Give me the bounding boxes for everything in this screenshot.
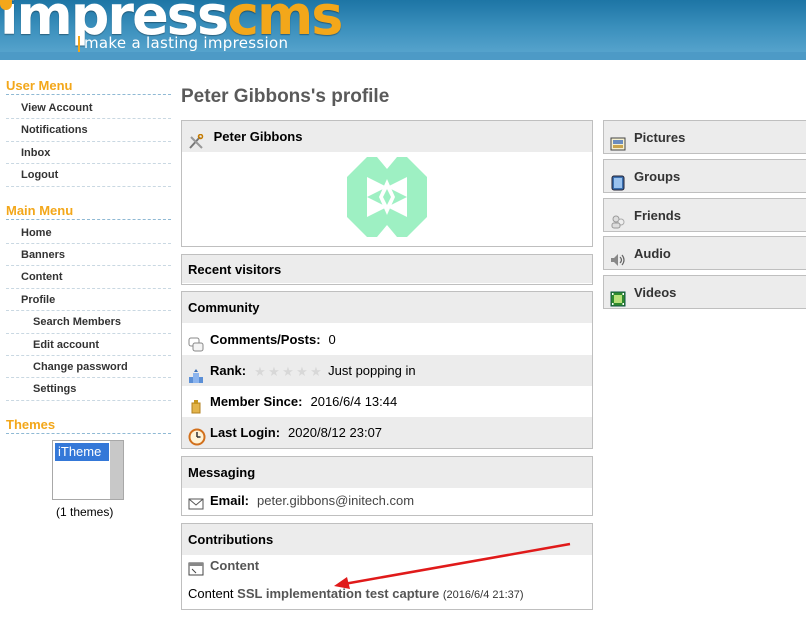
menu-item-settings[interactable]: Settings bbox=[6, 378, 171, 401]
star-icon: ★ bbox=[310, 364, 322, 380]
star-icon: ★ bbox=[268, 364, 280, 380]
content-icon bbox=[188, 559, 204, 576]
theme-select-list[interactable]: iTheme bbox=[52, 439, 124, 500]
email-row: Email: peter.gibbons@initech.com bbox=[182, 487, 592, 515]
tagline-divider bbox=[78, 36, 80, 52]
profile-card-header: Peter Gibbons bbox=[182, 121, 592, 153]
theme-option-selected[interactable]: iTheme bbox=[55, 442, 109, 461]
avatar[interactable] bbox=[347, 157, 427, 237]
menu-item-profile[interactable]: Profile bbox=[6, 289, 171, 312]
rank-stars: ★ ★ ★ ★ ★ bbox=[254, 356, 324, 387]
menu-item-home[interactable]: Home bbox=[6, 222, 171, 244]
film-icon bbox=[610, 286, 626, 307]
side-item-label: Videos bbox=[634, 285, 677, 300]
page-title: Peter Gibbons's profile bbox=[181, 86, 390, 107]
member-since-row: Member Since: 2016/6/4 13:44 bbox=[182, 386, 592, 417]
side-item-friends[interactable]: Friends bbox=[603, 198, 806, 232]
clock-icon bbox=[188, 426, 206, 446]
contribution-date: (2016/6/4 21:37) bbox=[442, 589, 524, 601]
envelope-icon bbox=[188, 494, 204, 510]
star-icon: ★ bbox=[296, 364, 308, 380]
menu-item-change-password[interactable]: Change password bbox=[6, 356, 171, 379]
menu-item-content[interactable]: Content bbox=[6, 266, 171, 289]
menu-item-view-account[interactable]: View Account bbox=[6, 97, 171, 120]
site-header: impresscms make a lasting impression bbox=[0, 0, 806, 60]
community-box: Community Comments/Posts: 0 Rank: ★ ★ ★ ★ ★ Jus… bbox=[181, 291, 593, 449]
recent-visitors-title: Recent visitors bbox=[182, 255, 592, 284]
left-sidebar: User Menu View Account Notifications Inb… bbox=[6, 76, 171, 534]
themes-count: (1 themes) bbox=[56, 504, 114, 519]
main-menu-title: Main Menu bbox=[6, 201, 171, 220]
theme-selector-block: iTheme (1 themes) bbox=[6, 436, 171, 534]
themes-title: Themes bbox=[6, 415, 171, 434]
side-item-audio[interactable]: Audio bbox=[603, 236, 806, 270]
messaging-box: Messaging Email: peter.gibbons@initech.co… bbox=[181, 456, 593, 516]
friends-icon bbox=[610, 209, 626, 229]
recent-visitors-box: Recent visitors bbox=[181, 254, 593, 285]
rank-label: Rank: bbox=[210, 363, 247, 378]
side-item-label: Pictures bbox=[634, 130, 686, 145]
theme-list-scrollbar[interactable] bbox=[110, 440, 123, 499]
tagline-text: make a lasting impression bbox=[84, 34, 289, 52]
rank-value: Just popping in bbox=[328, 363, 416, 378]
rank-icon bbox=[188, 364, 204, 383]
comments-icon bbox=[188, 333, 204, 352]
side-item-pictures[interactable]: Pictures bbox=[603, 120, 806, 154]
star-icon: ★ bbox=[282, 364, 294, 380]
rank-row: Rank: ★ ★ ★ ★ ★ Just popping in bbox=[182, 355, 592, 386]
email-link[interactable]: peter.gibbons@initech.com bbox=[257, 493, 414, 508]
last-login-label: Last Login: bbox=[210, 425, 281, 440]
menu-item-logout[interactable]: Logout bbox=[6, 164, 171, 187]
side-item-label: Friends bbox=[634, 208, 681, 223]
site-tagline: make a lasting impression bbox=[78, 34, 289, 52]
profile-card: Peter Gibbons bbox=[181, 120, 593, 247]
menu-item-notifications[interactable]: Notifications bbox=[6, 119, 171, 142]
last-login-row: Last Login: 2020/8/12 23:07 bbox=[182, 417, 592, 448]
comments-value: 0 bbox=[328, 332, 336, 347]
content-section-link[interactable]: Content bbox=[210, 558, 259, 573]
menu-item-search-members[interactable]: Search Members bbox=[6, 311, 171, 334]
header-band bbox=[0, 52, 806, 60]
menu-item-inbox[interactable]: Inbox bbox=[6, 142, 171, 165]
speaker-icon bbox=[610, 247, 626, 266]
user-menu-title: User Menu bbox=[6, 76, 171, 95]
profile-name: Peter Gibbons bbox=[213, 129, 303, 144]
menu-item-banners[interactable]: Banners bbox=[6, 244, 171, 267]
groups-icon bbox=[610, 170, 626, 191]
messaging-title: Messaging bbox=[182, 457, 592, 489]
member-since-value: 2016/6/4 13:44 bbox=[310, 394, 398, 409]
contribution-type: Content bbox=[188, 586, 234, 601]
member-since-label: Member Since: bbox=[210, 394, 303, 409]
tools-icon bbox=[188, 130, 204, 149]
star-icon: ★ bbox=[254, 364, 266, 380]
calendar-icon bbox=[188, 395, 204, 414]
comments-row: Comments/Posts: 0 bbox=[182, 324, 592, 355]
last-login-value: 2020/8/12 23:07 bbox=[288, 425, 383, 440]
annotation-arrow bbox=[334, 542, 571, 589]
community-title: Community bbox=[182, 292, 592, 324]
side-item-videos[interactable]: Videos bbox=[603, 275, 806, 309]
side-item-label: Audio bbox=[634, 246, 671, 261]
side-item-groups[interactable]: Groups bbox=[603, 159, 806, 193]
email-label: Email: bbox=[210, 493, 250, 508]
pictures-icon bbox=[610, 131, 626, 151]
comments-label: Comments/Posts: bbox=[210, 332, 321, 347]
menu-item-edit-account[interactable]: Edit account bbox=[6, 334, 171, 356]
side-item-label: Groups bbox=[634, 169, 681, 184]
